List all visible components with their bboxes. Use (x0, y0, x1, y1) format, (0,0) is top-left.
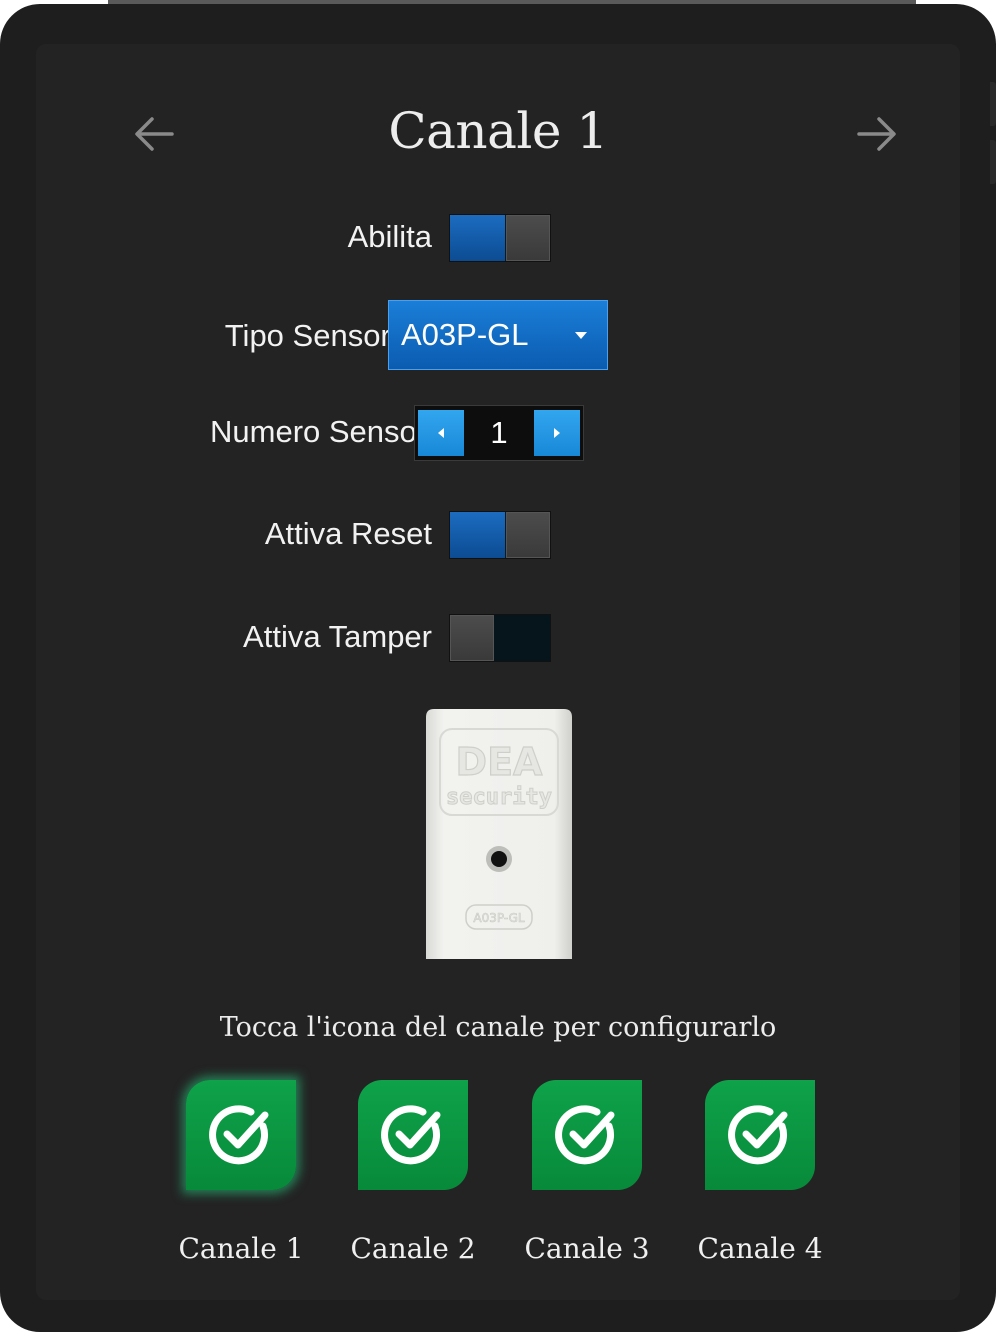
arrow-right-icon (857, 117, 896, 151)
check-circle-icon (555, 1105, 615, 1165)
toggle-on-fill (450, 215, 505, 261)
sensor-count-stepper: 1 (414, 405, 584, 461)
channel-2-label: Canale 2 (350, 1232, 476, 1265)
channel-3-button[interactable] (532, 1080, 642, 1190)
sensor-count-label: Numero Sensori (210, 414, 434, 449)
svg-text:security: security (446, 785, 552, 810)
toggle-knob (450, 615, 494, 661)
enable-toggle[interactable] (450, 215, 550, 261)
caret-right-icon (554, 428, 560, 438)
tamper-toggle[interactable] (450, 615, 550, 661)
reset-label: Attiva Reset (264, 516, 432, 551)
svg-text:DEA: DEA (456, 740, 544, 784)
sensor-device-image: DEA security A03P-GL (426, 709, 572, 959)
forward-button[interactable] (847, 104, 907, 164)
check-circle-icon (728, 1105, 788, 1165)
channel-1-button[interactable] (186, 1080, 296, 1190)
enable-label: Abilita (347, 219, 432, 254)
device-frame: Canale 1 Abilita Tipo Sensore A03P-GL Nu… (0, 4, 996, 1332)
caret-left-icon (438, 428, 444, 438)
channel-2-button[interactable] (358, 1080, 468, 1190)
hint-text: Tocca l'icona del canale per configurarl… (219, 1012, 777, 1043)
channel-4-label: Canale 4 (697, 1232, 823, 1265)
page-title: Canale 1 (388, 102, 608, 160)
decrement-button[interactable] (418, 410, 464, 456)
sensor-type-label: Tipo Sensore (224, 318, 408, 353)
toggle-on-fill (450, 512, 505, 558)
sensor-count-value: 1 (490, 415, 508, 450)
check-circle-icon (381, 1105, 441, 1165)
chevron-down-icon (575, 331, 587, 339)
reset-toggle[interactable] (450, 512, 550, 558)
increment-button[interactable] (534, 410, 580, 456)
check-circle-icon (209, 1105, 269, 1165)
side-button (990, 140, 996, 184)
channel-3-label: Canale 3 (524, 1232, 650, 1265)
side-button (990, 82, 996, 126)
toggle-knob (506, 512, 550, 558)
tamper-label: Attiva Tamper (243, 619, 432, 654)
sensor-type-select[interactable]: A03P-GL (388, 300, 608, 370)
channel-4-button[interactable] (705, 1080, 815, 1190)
screen: Canale 1 Abilita Tipo Sensore A03P-GL Nu… (36, 44, 960, 1300)
toggle-knob (506, 215, 550, 261)
sensor-type-value: A03P-GL (401, 317, 529, 352)
channel-1-label: Canale 1 (178, 1232, 304, 1265)
svg-text:A03P-GL: A03P-GL (473, 911, 525, 925)
